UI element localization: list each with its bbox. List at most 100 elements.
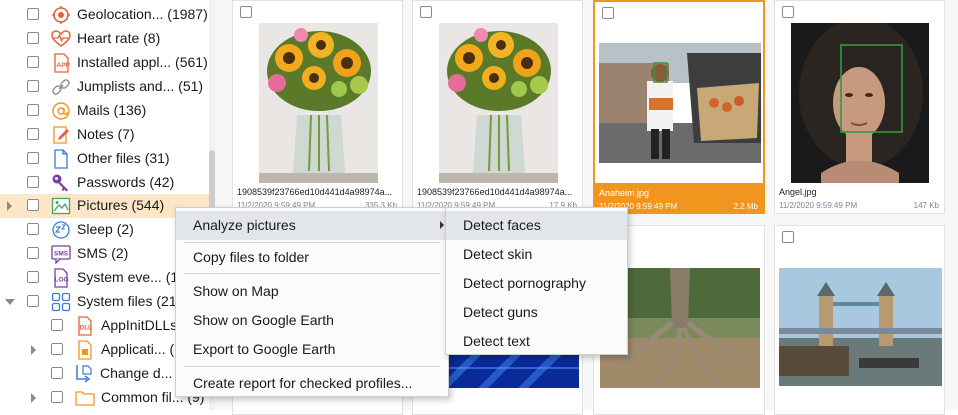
- checkbox[interactable]: [27, 32, 39, 44]
- sleep-icon: [52, 221, 70, 239]
- menu-item-label: Show on Map: [193, 283, 279, 299]
- picture-tile[interactable]: 1908539f23766ed10d441d4a98974a... 11/2/2…: [412, 0, 583, 214]
- checkbox[interactable]: [27, 271, 39, 283]
- key-icon: [52, 174, 68, 192]
- checkbox[interactable]: [27, 152, 39, 164]
- folder-icon: [75, 391, 95, 406]
- checkbox[interactable]: [51, 343, 63, 355]
- file-name: 1908539f23766ed10d441d4a98974a...: [417, 187, 573, 197]
- menu-item-label: Analyze pictures: [193, 217, 296, 233]
- tree-item-label: System files (210: [77, 293, 185, 309]
- tree-item-label: AppInitDLLs: [101, 317, 178, 333]
- picture-tile-selected[interactable]: Anaheim.jpg 11/2/2020 9:59:49 PM 2.2 Mb: [593, 0, 765, 214]
- checkbox[interactable]: [27, 128, 39, 140]
- menu-separator: [184, 366, 440, 367]
- file-name: Anaheim.jpg: [599, 188, 650, 198]
- flowers-thumbnail: [439, 23, 558, 183]
- checkbox[interactable]: [27, 104, 39, 116]
- menu-item-copy-files[interactable]: Copy files to folder: [176, 243, 448, 272]
- menu-item-label: Detect skin: [463, 246, 533, 262]
- menu-item-label: Detect guns: [463, 304, 538, 320]
- tree-item-mails[interactable]: Mails (136): [0, 99, 209, 123]
- tree-item-label: Other files (31): [77, 150, 170, 166]
- checkbox[interactable]: [51, 391, 63, 403]
- anaheim-thumbnail: [599, 43, 761, 163]
- collapse-arrow-icon[interactable]: [5, 299, 15, 305]
- menu-item-detect-skin[interactable]: Detect skin: [446, 240, 627, 269]
- tree-item-label: Applicati... (: [101, 341, 175, 357]
- geolocation-icon: [52, 6, 70, 24]
- picture-tile[interactable]: 1908539f23766ed10d441d4a98974a... 11/2/2…: [232, 0, 403, 214]
- svg-text:SMS: SMS: [54, 251, 69, 258]
- tile-checkbox[interactable]: [240, 6, 252, 18]
- menu-item-show-on-map[interactable]: Show on Map: [176, 277, 448, 306]
- tile-checkbox[interactable]: [782, 6, 794, 18]
- installed-apps-icon: APP: [54, 53, 71, 73]
- system-files-icon: [51, 292, 71, 312]
- heart-rate-icon: [51, 30, 71, 47]
- expand-arrow-icon[interactable]: [7, 201, 12, 211]
- tree-item-notes[interactable]: Notes (7): [0, 123, 209, 147]
- file-name: Angel.jpg: [779, 187, 817, 197]
- tower-bridge-thumbnail: [779, 268, 942, 386]
- tree-item-other-files[interactable]: Other files (31): [0, 147, 209, 171]
- menu-item-detect-text[interactable]: Detect text: [446, 327, 627, 356]
- checkbox[interactable]: [27, 80, 39, 92]
- menu-item-detect-guns[interactable]: Detect guns: [446, 298, 627, 327]
- tree-item-passwords[interactable]: Passwords (42): [0, 171, 209, 195]
- tree-item-heart-rate[interactable]: Heart rate (8): [0, 27, 209, 51]
- tree-item-label: Heart rate (8): [77, 30, 161, 46]
- tree-item-jumplists[interactable]: Jumplists and... (51): [0, 75, 209, 99]
- file-date: 11/2/2020 9:59:49 PM: [779, 201, 858, 210]
- jumplists-icon: [52, 79, 70, 95]
- svg-text:LOG: LOG: [55, 277, 69, 284]
- menu-item-analyze-pictures[interactable]: Analyze pictures: [176, 211, 448, 240]
- tile-checkbox[interactable]: [782, 231, 794, 243]
- flowers-thumbnail: [259, 23, 378, 183]
- tree-item-label: Change d...: [100, 365, 173, 381]
- svg-text:DLL: DLL: [80, 325, 93, 332]
- file-name: 1908539f23766ed10d441d4a98974a...: [237, 187, 393, 197]
- menu-item-show-on-google-earth[interactable]: Show on Google Earth: [176, 306, 448, 335]
- checkbox[interactable]: [51, 319, 63, 331]
- checkbox[interactable]: [51, 367, 63, 379]
- picture-tile[interactable]: [774, 225, 945, 415]
- menu-item-label: Create report for checked profiles...: [193, 375, 413, 391]
- context-menu: Analyze pictures Copy files to folder Sh…: [175, 207, 449, 397]
- tile-checkbox[interactable]: [420, 6, 432, 18]
- menu-item-export-to-google-earth[interactable]: Export to Google Earth: [176, 335, 448, 364]
- other-files-icon: [54, 149, 68, 169]
- sms-icon: SMS: [51, 245, 71, 264]
- picture-tile[interactable]: Angel.jpg 11/2/2020 9:59:49 PM 147 Kb: [774, 0, 945, 214]
- checkbox[interactable]: [27, 8, 39, 20]
- tile-checkbox[interactable]: [602, 7, 614, 19]
- menu-item-label: Detect pornography: [463, 275, 586, 291]
- tree-item-label: Pictures (544): [77, 197, 165, 213]
- checkbox[interactable]: [27, 56, 39, 68]
- expand-arrow-icon[interactable]: [31, 345, 36, 355]
- checkbox[interactable]: [27, 199, 39, 211]
- svg-text:APP: APP: [57, 62, 71, 69]
- checkbox[interactable]: [27, 295, 39, 307]
- menu-item-detect-pornography[interactable]: Detect pornography: [446, 269, 627, 298]
- tree-item-label: Installed appl... (561): [77, 54, 208, 70]
- submenu-arrow-icon: [440, 221, 444, 229]
- pictures-icon: [51, 197, 71, 215]
- mail-icon: [52, 102, 70, 120]
- tree-item-label: Geolocation... (1987): [77, 6, 208, 22]
- checkbox[interactable]: [27, 223, 39, 235]
- checkbox[interactable]: [27, 247, 39, 259]
- tree-item-label: Sleep (2): [77, 221, 134, 237]
- expand-arrow-icon[interactable]: [31, 393, 36, 403]
- menu-item-create-report[interactable]: Create report for checked profiles...: [176, 369, 448, 398]
- menu-item-label: Export to Google Earth: [193, 341, 336, 357]
- menu-item-detect-faces[interactable]: Detect faces: [446, 211, 627, 240]
- angel-thumbnail: [791, 23, 929, 183]
- application-icon: [78, 340, 92, 360]
- checkbox[interactable]: [27, 176, 39, 188]
- tree-item-geolocation[interactable]: Geolocation... (1987): [0, 3, 209, 27]
- tree-item-installed-apps[interactable]: APP Installed appl... (561): [0, 51, 209, 75]
- tree-item-label: System eve... (1: [77, 269, 179, 285]
- tree-item-label: SMS (2): [77, 245, 129, 261]
- tree-item-label: Mails (136): [77, 102, 147, 118]
